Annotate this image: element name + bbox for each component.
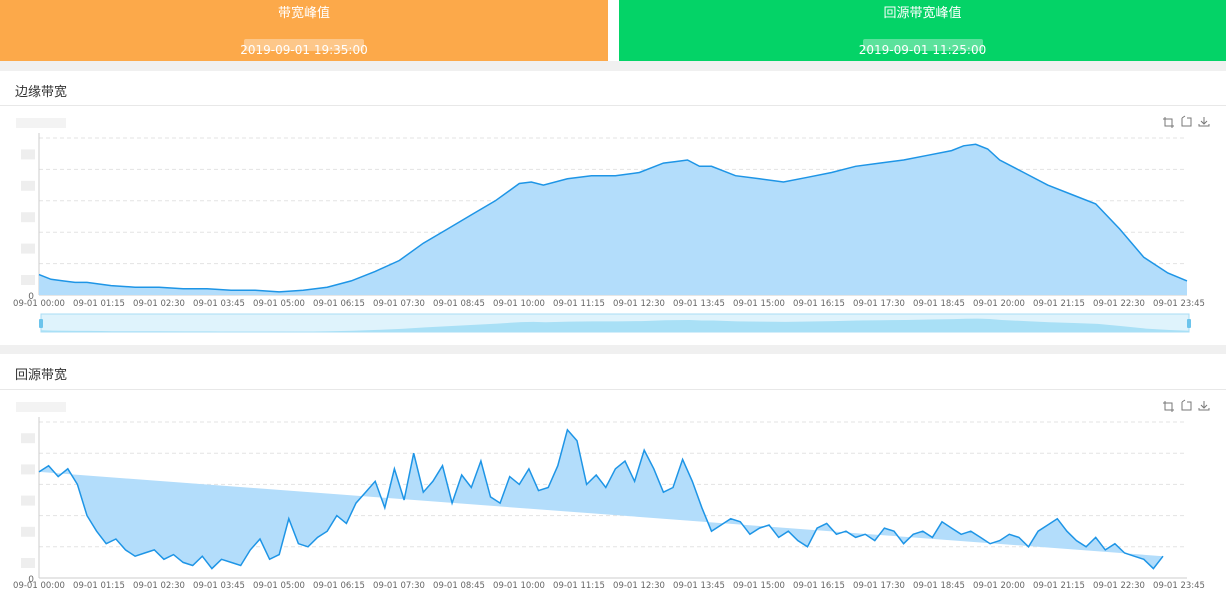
x-tick-label: 09-01 12:30 <box>613 581 665 590</box>
x-tick-label: 09-01 07:30 <box>373 581 425 590</box>
x-tick-label: 09-01 21:15 <box>1033 581 1085 590</box>
edge-peak-card: 带宽峰值 2019-09-01 19:35:00 <box>0 0 608 61</box>
x-tick-label: 09-01 17:30 <box>853 299 905 309</box>
redacted-y-label <box>21 558 35 568</box>
redacted-y-label <box>21 433 35 444</box>
edge-peak-time: 2019-09-01 19:35:00 <box>240 43 368 57</box>
zoom-reset-icon[interactable] <box>1181 399 1192 411</box>
x-tick-label: 09-01 16:15 <box>793 581 845 590</box>
redacted-y-label <box>21 149 35 160</box>
x-tick-label: 09-01 08:45 <box>433 581 485 590</box>
zoom-icon[interactable] <box>1163 117 1174 128</box>
x-tick-label: 09-01 01:15 <box>73 581 125 590</box>
x-tick-label: 09-01 23:45 <box>1153 299 1205 309</box>
redacted-y-label <box>21 495 35 506</box>
x-tick-label: 09-01 17:30 <box>853 581 905 590</box>
x-tick-label: 09-01 03:45 <box>193 581 245 590</box>
x-tick-label: 09-01 23:45 <box>1153 581 1205 590</box>
x-tick-label: 09-01 18:45 <box>913 299 965 309</box>
section-separator <box>0 345 1226 354</box>
zoom-icon[interactable] <box>1163 401 1174 412</box>
x-tick-label: 09-01 22:30 <box>1093 299 1145 309</box>
redacted-y-label <box>21 275 35 285</box>
x-tick-label: 09-01 11:15 <box>553 581 605 590</box>
x-tick-label: 09-01 16:15 <box>793 299 845 309</box>
x-tick-label: 09-01 03:45 <box>193 299 245 309</box>
x-tick-label: 09-01 02:30 <box>133 299 185 309</box>
series-area <box>39 144 1187 295</box>
x-tick-label: 09-01 06:15 <box>313 581 365 590</box>
x-tick-label: 09-01 06:15 <box>313 299 365 309</box>
zoom-reset-icon[interactable] <box>1181 115 1192 127</box>
x-tick-label: 09-01 10:00 <box>493 581 545 590</box>
redacted-y-label <box>21 464 35 475</box>
download-icon[interactable] <box>1198 117 1210 127</box>
origin-peak-time: 2019-09-01 11:25:00 <box>858 43 987 57</box>
x-tick-label: 09-01 13:45 <box>673 581 725 590</box>
x-tick-label: 09-01 20:00 <box>973 581 1025 590</box>
x-tick-label: 09-01 05:00 <box>253 581 305 590</box>
x-tick-label: 09-01 00:00 <box>13 299 65 309</box>
origin-section-title: 回源带宽 <box>15 368 68 383</box>
x-tick-label: 09-01 10:00 <box>493 299 545 309</box>
x-tick-label: 09-01 07:30 <box>373 299 425 309</box>
series-area <box>39 429 1163 569</box>
redacted-y-label <box>21 243 35 254</box>
chart-toolbox <box>1163 115 1210 128</box>
x-tick-label: 09-01 02:30 <box>133 581 185 590</box>
origin-bandwidth-chart: 009-01 00:00 09-01 01:15 09-01 02:30 09-01 … <box>13 399 1210 590</box>
redacted-y-label <box>21 180 35 191</box>
x-tick-label: 09-01 11:15 <box>553 299 605 309</box>
origin-peak-card: 回源带宽峰值 2019-09-01 11:25:00 <box>619 0 1226 61</box>
x-tick-label: 09-01 12:30 <box>613 299 665 309</box>
redacted-y-unit <box>16 402 66 412</box>
edge-peak-title: 带宽峰值 <box>277 6 330 21</box>
x-tick-label: 09-01 15:00 <box>733 581 785 590</box>
redacted-y-label <box>21 212 35 223</box>
x-tick-label: 09-01 00:00 <box>13 581 65 590</box>
chart-toolbox <box>1163 399 1210 412</box>
redacted-y-label <box>21 526 35 537</box>
section-separator <box>0 61 1226 71</box>
x-tick-label: 09-01 22:30 <box>1093 581 1145 590</box>
slider-handle-right[interactable] <box>1187 319 1191 328</box>
x-tick-label: 09-01 13:45 <box>673 299 725 309</box>
x-tick-label: 09-01 01:15 <box>73 299 125 309</box>
edge-bandwidth-chart: 009-01 00:00 09-01 01:15 09-01 02:30 09-01 … <box>13 115 1210 333</box>
x-tick-label: 09-01 20:00 <box>973 299 1025 309</box>
x-tick-label: 09-01 08:45 <box>433 299 485 309</box>
origin-peak-title: 回源带宽峰值 <box>883 6 962 21</box>
x-tick-label: 09-01 21:15 <box>1033 299 1085 309</box>
edge-section-title: 边缘带宽 <box>15 85 68 100</box>
x-tick-label: 09-01 18:45 <box>913 581 965 590</box>
data-zoom-slider[interactable] <box>39 313 1191 333</box>
x-tick-label: 09-01 15:00 <box>733 299 785 309</box>
slider-handle-left[interactable] <box>39 319 43 328</box>
download-icon[interactable] <box>1198 401 1210 411</box>
redacted-y-unit <box>16 118 66 128</box>
x-tick-label: 09-01 05:00 <box>253 299 305 309</box>
